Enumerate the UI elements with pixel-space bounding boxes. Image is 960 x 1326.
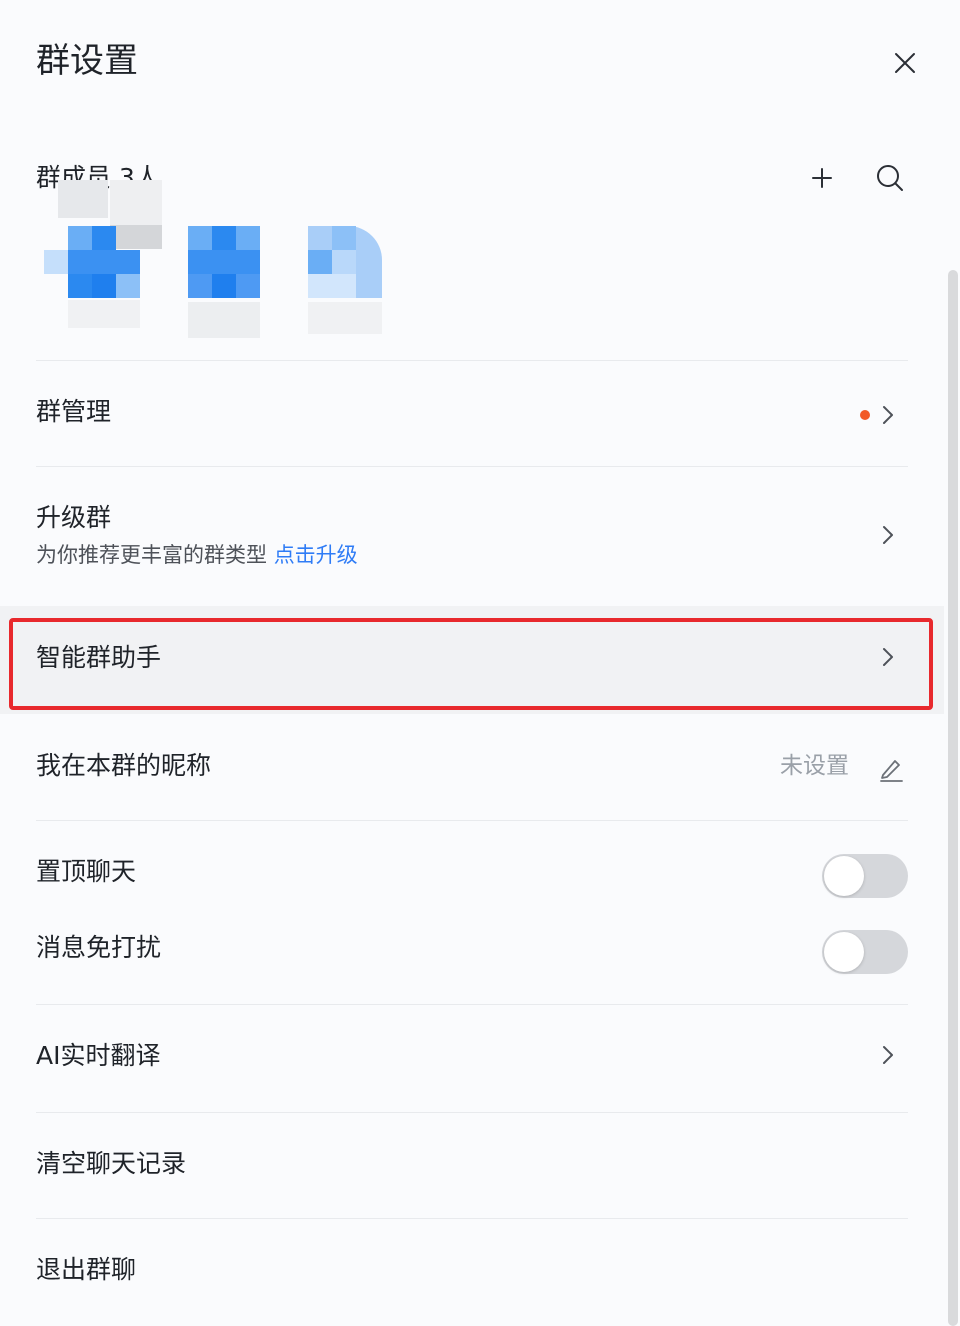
scrollbar[interactable] — [948, 270, 958, 1326]
divider — [36, 820, 908, 821]
upgrade-group-row[interactable]: 升级群 为你推荐更丰富的群类型 点击升级 — [0, 468, 944, 604]
upgrade-group-desc: 为你推荐更丰富的群类型 点击升级 — [36, 540, 358, 570]
group-manage-row[interactable]: 群管理 — [0, 362, 944, 466]
mute-row: 消息免打扰 — [0, 912, 944, 984]
pin-chat-toggle[interactable] — [822, 854, 908, 898]
exit-group-label: 退出群聊 — [36, 1255, 137, 1284]
my-nickname-row[interactable]: 我在本群的昵称 未设置 — [0, 716, 944, 820]
mute-label: 消息免打扰 — [36, 933, 162, 962]
ai-translate-row[interactable]: AI实时翻译 — [0, 1006, 944, 1112]
toggle-knob — [824, 856, 864, 896]
group-settings-panel: 群设置 群成员 3人 群管理 升级群 为你推荐更丰富的群类型 点击升级 智能群助… — [0, 0, 960, 1326]
chevron-right-icon — [883, 526, 893, 544]
exit-group-row[interactable]: 退出群聊 — [0, 1220, 944, 1324]
group-manage-label: 群管理 — [36, 397, 112, 426]
edit-pencil-icon[interactable] — [878, 756, 904, 782]
toggle-knob — [824, 932, 864, 972]
upgrade-link[interactable]: 点击升级 — [274, 543, 358, 567]
notice-dot — [860, 410, 870, 420]
divider — [36, 466, 908, 467]
plus-icon — [812, 168, 832, 188]
add-member-button[interactable] — [802, 158, 842, 198]
upgrade-group-label: 升级群 — [36, 503, 112, 532]
divider — [36, 1112, 908, 1113]
divider — [36, 1218, 908, 1219]
divider — [36, 360, 908, 361]
avatar — [44, 180, 162, 328]
pin-chat-row: 置顶聊天 — [0, 836, 944, 908]
upgrade-desc-text: 为你推荐更丰富的群类型 — [36, 543, 267, 567]
highlight-box — [9, 618, 933, 710]
my-nickname-label: 我在本群的昵称 — [36, 751, 212, 780]
page-title: 群设置 — [36, 41, 138, 81]
divider — [36, 1004, 908, 1005]
search-icon — [877, 165, 903, 191]
clear-history-label: 清空聊天记录 — [36, 1149, 187, 1178]
avatar — [188, 226, 260, 338]
mute-toggle[interactable] — [822, 930, 908, 974]
chevron-right-icon — [883, 406, 893, 424]
avatar — [308, 226, 382, 334]
nickname-value: 未设置 — [780, 753, 849, 779]
chevron-right-icon — [883, 1046, 893, 1064]
close-button[interactable] — [886, 44, 924, 82]
ai-translate-label: AI实时翻译 — [36, 1041, 161, 1070]
close-icon — [895, 53, 915, 73]
search-member-button[interactable] — [870, 158, 910, 198]
pin-chat-label: 置顶聊天 — [36, 857, 137, 886]
clear-history-row[interactable]: 清空聊天记录 — [0, 1114, 944, 1218]
